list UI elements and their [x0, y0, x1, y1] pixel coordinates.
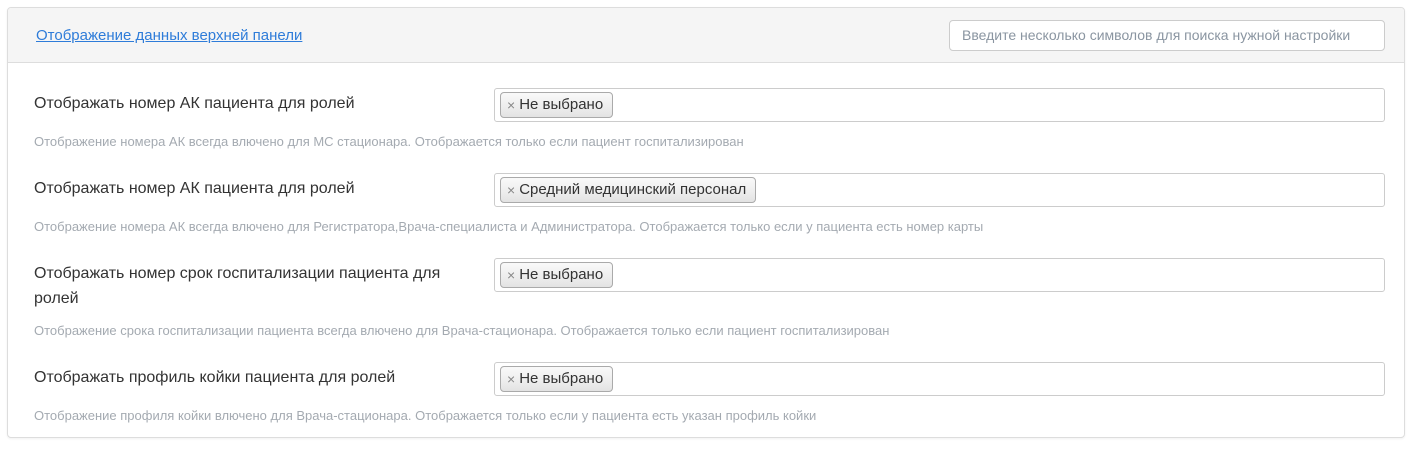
setting-hint: Отображение номера АК всегда влючено для… — [34, 218, 1385, 235]
setting-row-ak-number-1: Отображать номер АК пациента для ролей ×… — [34, 88, 1385, 122]
roles-select[interactable]: × Не выбрано — [494, 258, 1385, 292]
settings-list: Отображать номер АК пациента для ролей ×… — [8, 63, 1404, 424]
setting-row-bed-profile: Отображать профиль койки пациента для ро… — [34, 362, 1385, 396]
selected-tag-label: Средний медицинский персонал — [519, 179, 746, 200]
setting-label: Отображать номер АК пациента для ролей — [34, 88, 494, 116]
remove-tag-icon[interactable]: × — [507, 98, 515, 112]
remove-tag-icon[interactable]: × — [507, 372, 515, 386]
setting-label: Отображать номер АК пациента для ролей — [34, 173, 494, 201]
selected-tag-label: Не выбрано — [519, 368, 603, 389]
roles-select[interactable]: × Не выбрано — [494, 362, 1385, 396]
setting-hint: Отображение срока госпитализации пациент… — [34, 322, 1385, 339]
remove-tag-icon[interactable]: × — [507, 183, 515, 197]
setting-label: Отображать номер срок госпитализации пац… — [34, 258, 494, 311]
roles-select[interactable]: × Средний медицинский персонал — [494, 173, 1385, 207]
setting-label: Отображать профиль койки пациента для ро… — [34, 362, 494, 390]
settings-panel: Отображение данных верхней панели Отобра… — [7, 7, 1405, 438]
panel-header: Отображение данных верхней панели — [8, 8, 1404, 63]
selected-tag-label: Не выбрано — [519, 94, 603, 115]
selected-tag: × Не выбрано — [500, 262, 613, 288]
selected-tag: × Средний медицинский персонал — [500, 177, 756, 203]
setting-hint: Отображение профиля койки влючено для Вр… — [34, 407, 1385, 424]
settings-search-input[interactable] — [949, 20, 1385, 51]
roles-select[interactable]: × Не выбрано — [494, 88, 1385, 122]
setting-hint: Отображение номера АК всегда влючено для… — [34, 133, 1385, 150]
setting-row-hospitalization-term: Отображать номер срок госпитализации пац… — [34, 258, 1385, 311]
selected-tag-label: Не выбрано — [519, 264, 603, 285]
top-panel-settings-link[interactable]: Отображение данных верхней панели — [36, 27, 302, 44]
selected-tag: × Не выбрано — [500, 92, 613, 118]
setting-row-ak-number-2: Отображать номер АК пациента для ролей ×… — [34, 173, 1385, 207]
remove-tag-icon[interactable]: × — [507, 268, 515, 282]
selected-tag: × Не выбрано — [500, 366, 613, 392]
